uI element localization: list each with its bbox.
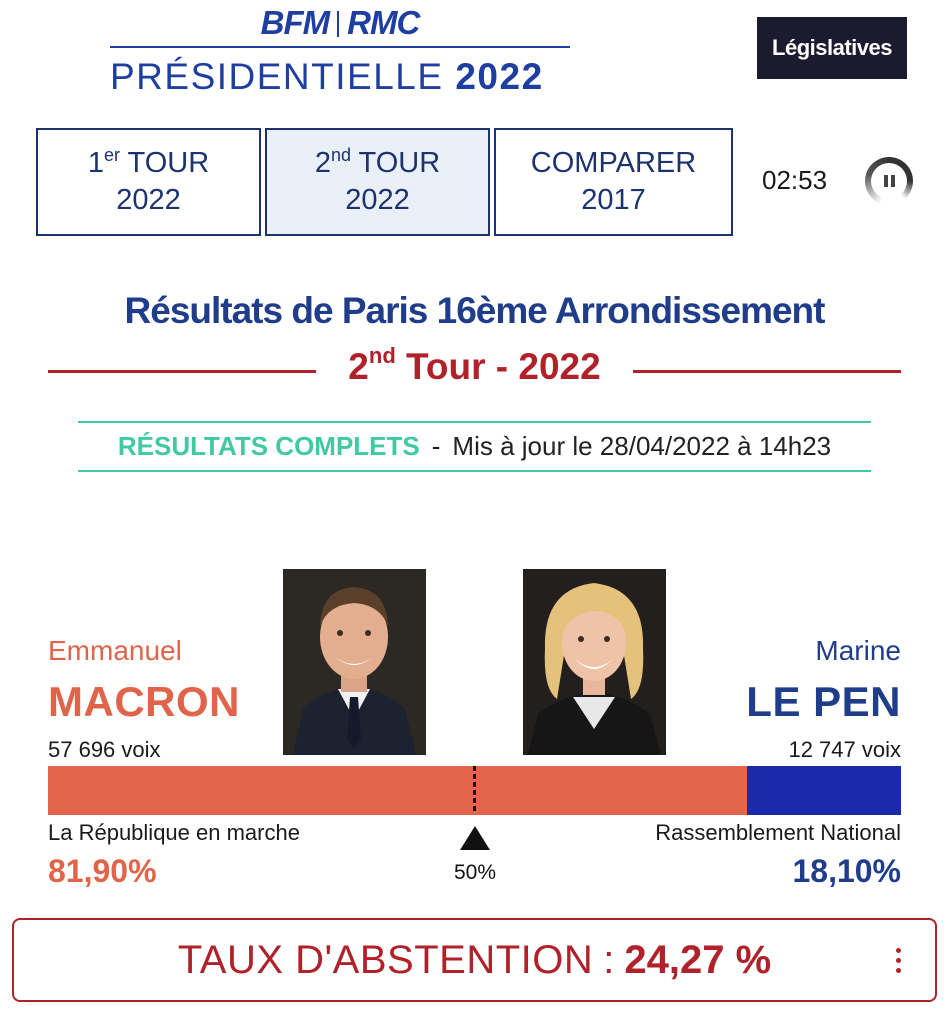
round-title: 2nd Tour - 2022 bbox=[348, 343, 601, 388]
results-bar-left bbox=[48, 766, 747, 815]
refresh-timer: 02:53 bbox=[762, 165, 828, 195]
event-title-text: PRÉSIDENTIELLE bbox=[110, 56, 444, 97]
pause-icon bbox=[871, 163, 907, 199]
abstention-colon: : bbox=[603, 937, 615, 982]
brand-rmc: RMC bbox=[347, 4, 420, 41]
candidate-right-first-name: Marine bbox=[815, 635, 901, 666]
tab-second-round-year: 2022 bbox=[345, 184, 410, 216]
candidate-right-last-name: LE PEN bbox=[746, 678, 901, 725]
candidate-left-party: La République en marche bbox=[48, 820, 300, 845]
pause-refresh-button[interactable] bbox=[865, 157, 913, 205]
tab-first-round[interactable]: 1er TOUR 2022 bbox=[36, 128, 261, 236]
results-bar-right bbox=[746, 766, 901, 815]
more-options-icon[interactable] bbox=[896, 948, 901, 973]
candidate-left-percent: 81,90% bbox=[48, 853, 157, 889]
majority-line bbox=[473, 766, 476, 812]
candidate-photo-macron bbox=[283, 569, 426, 755]
site-logo[interactable]: BFM RMC PRÉSIDENTIELLE 2022 bbox=[110, 6, 570, 97]
results-title: Résultats de Paris 16ème Arrondissement bbox=[124, 290, 826, 331]
brand-bfm: BFM bbox=[260, 4, 330, 41]
results-status: RÉSULTATS COMPLETS - Mis à jour le 28/04… bbox=[78, 421, 871, 472]
tab-second-round[interactable]: 2nd TOUR 2022 bbox=[265, 128, 490, 236]
tab-second-round-label: 2nd TOUR bbox=[314, 145, 441, 179]
majority-arrow-icon bbox=[460, 826, 490, 850]
tab-first-round-label: 1er TOUR bbox=[87, 145, 210, 179]
logo-divider bbox=[110, 46, 570, 48]
round-divider-right bbox=[633, 370, 901, 373]
abstention-label: TAUX D'ABSTENTION bbox=[177, 937, 594, 982]
abstention-panel[interactable]: TAUX D'ABSTENTION : 24,27 % bbox=[12, 918, 937, 1002]
candidate-left-last-name: MACRON bbox=[48, 678, 240, 725]
candidate-left-first-name: Emmanuel bbox=[48, 635, 182, 666]
tab-first-round-year: 2022 bbox=[116, 184, 181, 216]
brand-separator bbox=[337, 11, 340, 37]
candidate-left-votes: 57 696 voix bbox=[48, 737, 161, 762]
candidate-right-party: Rassemblement National bbox=[655, 820, 901, 845]
status-dash: - bbox=[431, 431, 441, 461]
majority-label: 50% bbox=[453, 861, 497, 884]
status-complete: RÉSULTATS COMPLETS bbox=[117, 431, 420, 461]
tab-compare-label: COMPARER bbox=[530, 147, 697, 179]
tab-compare-year: 2017 bbox=[581, 184, 646, 216]
round-divider-left bbox=[48, 370, 316, 373]
candidate-right-votes: 12 747 voix bbox=[788, 737, 901, 762]
tab-compare[interactable]: COMPARER 2017 bbox=[494, 128, 733, 236]
abstention-value: 24,27 % bbox=[624, 937, 772, 982]
candidate-photo-lepen bbox=[523, 569, 666, 755]
event-year: 2022 bbox=[455, 56, 544, 97]
brand-logo: BFM RMC bbox=[110, 6, 570, 40]
event-title: PRÉSIDENTIELLE 2022 bbox=[110, 56, 570, 98]
legislatives-button[interactable]: Législatives bbox=[757, 17, 907, 79]
status-updated: Mis à jour le 28/04/2022 à 14h23 bbox=[452, 431, 832, 461]
candidate-right-percent: 18,10% bbox=[792, 853, 901, 889]
